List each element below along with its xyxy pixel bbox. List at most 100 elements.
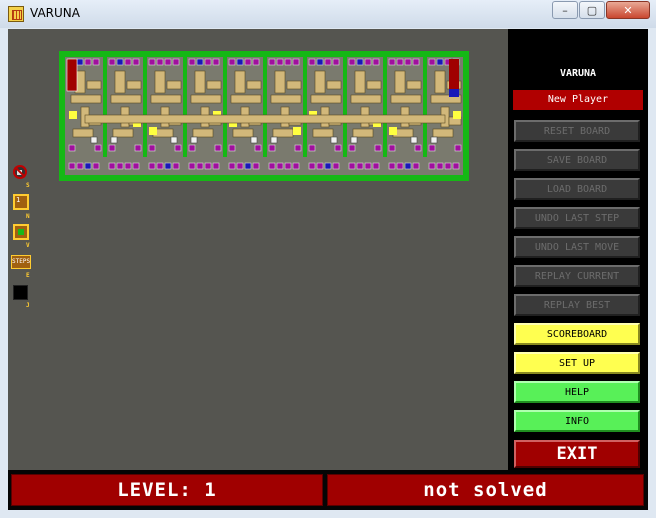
board-tile bbox=[134, 144, 142, 152]
player-name-box[interactable]: New Player bbox=[513, 90, 643, 110]
jump-toggle-icon[interactable] bbox=[13, 285, 28, 300]
board-wall bbox=[270, 94, 302, 104]
exit-button[interactable]: EXIT bbox=[514, 440, 640, 468]
board-tile bbox=[428, 162, 436, 170]
board-tile bbox=[172, 162, 180, 170]
board-tile bbox=[294, 144, 302, 152]
load-board-button[interactable]: LOAD BOARD bbox=[514, 178, 640, 200]
board-tile bbox=[308, 162, 316, 170]
board-tile bbox=[148, 58, 156, 66]
steps-toggle-icon[interactable]: STEPS bbox=[11, 255, 31, 269]
board-tile bbox=[436, 162, 444, 170]
board-tile bbox=[449, 89, 459, 97]
board-wall bbox=[110, 94, 142, 104]
board-wall bbox=[274, 70, 286, 94]
close-button[interactable]: ✕ bbox=[606, 1, 650, 19]
board-tile bbox=[412, 58, 420, 66]
board-tile bbox=[332, 162, 340, 170]
board-wall bbox=[394, 70, 406, 94]
number-toggle-label: 1 bbox=[16, 196, 21, 204]
board-tile bbox=[284, 58, 292, 66]
maximize-button[interactable]: ▢ bbox=[579, 1, 605, 19]
board-tile bbox=[268, 162, 276, 170]
view-toggle-icon[interactable] bbox=[13, 224, 29, 240]
board-tile bbox=[372, 162, 380, 170]
board-wall bbox=[190, 94, 222, 104]
board-tile bbox=[292, 58, 300, 66]
save-board-button[interactable]: SAVE BOARD bbox=[514, 149, 640, 171]
board-wall bbox=[112, 128, 134, 138]
board-tile bbox=[412, 162, 420, 170]
board-tile bbox=[396, 58, 404, 66]
info-button[interactable]: INFO bbox=[514, 410, 640, 432]
board-divider bbox=[303, 57, 307, 157]
board-wall bbox=[314, 70, 326, 94]
jump-key-label: J bbox=[26, 302, 30, 309]
board-wall bbox=[234, 70, 246, 94]
board-tile bbox=[76, 58, 84, 66]
board-wall bbox=[192, 128, 214, 138]
board-tile bbox=[324, 162, 332, 170]
undo-last-step-button[interactable]: UNDO LAST STEP bbox=[514, 207, 640, 229]
board-tile bbox=[348, 144, 356, 152]
help-button[interactable]: HELP bbox=[514, 381, 640, 403]
board-tile bbox=[164, 58, 172, 66]
board-wall bbox=[246, 80, 262, 90]
puzzle-board[interactable] bbox=[59, 51, 469, 181]
board-wall bbox=[432, 128, 454, 138]
board-checker-tile bbox=[110, 136, 118, 144]
replay-current-button[interactable]: REPLAY CURRENT bbox=[514, 265, 640, 287]
board-wall bbox=[230, 94, 262, 104]
board-checker-tile bbox=[410, 136, 418, 144]
board-tile bbox=[228, 162, 236, 170]
board-tile bbox=[292, 162, 300, 170]
board-tile bbox=[84, 162, 92, 170]
board-red-door bbox=[449, 59, 459, 89]
replay-best-button[interactable]: REPLAY BEST bbox=[514, 294, 640, 316]
board-tile bbox=[188, 144, 196, 152]
board-tile bbox=[316, 58, 324, 66]
scoreboard-button[interactable]: SCOREBOARD bbox=[514, 323, 640, 345]
board-wall bbox=[72, 128, 94, 138]
board-tile bbox=[388, 144, 396, 152]
title-bar: VARUNA – ▢ ✕ bbox=[0, 0, 656, 28]
control-panel: VARUNA New Player RESET BOARD SAVE BOARD L… bbox=[508, 29, 648, 470]
board-wall bbox=[272, 128, 294, 138]
board-tile bbox=[374, 144, 382, 152]
number-toggle-icon[interactable]: 1 bbox=[13, 194, 29, 210]
board-wall bbox=[86, 80, 102, 90]
board-wall bbox=[406, 80, 422, 90]
board-tile bbox=[404, 58, 412, 66]
undo-last-move-button[interactable]: UNDO LAST MOVE bbox=[514, 236, 640, 258]
board-tile bbox=[308, 58, 316, 66]
board-tile bbox=[308, 144, 316, 152]
board-tile bbox=[116, 58, 124, 66]
board-tile bbox=[348, 162, 356, 170]
board-divider bbox=[423, 57, 427, 157]
board-tile bbox=[324, 58, 332, 66]
board-tile bbox=[452, 162, 460, 170]
board-tile bbox=[204, 162, 212, 170]
status-bar: LEVEL: 1 not solved bbox=[8, 470, 648, 510]
set-up-button[interactable]: SET UP bbox=[514, 352, 640, 374]
sound-muted-icon[interactable] bbox=[13, 165, 27, 179]
board-tile bbox=[428, 58, 436, 66]
board-corridor bbox=[84, 114, 446, 124]
board-wall bbox=[206, 80, 222, 90]
board-tile bbox=[188, 58, 196, 66]
board-tile bbox=[444, 162, 452, 170]
board-divider bbox=[223, 57, 227, 157]
board-wall bbox=[286, 80, 302, 90]
board-checker-tile bbox=[190, 136, 198, 144]
board-tile bbox=[236, 58, 244, 66]
board-wall bbox=[70, 94, 102, 104]
board-tile bbox=[132, 58, 140, 66]
steps-toggle-label: STEPS bbox=[12, 258, 31, 265]
board-wall bbox=[390, 94, 422, 104]
level-indicator: LEVEL: 1 bbox=[11, 474, 323, 506]
board-divider bbox=[143, 57, 147, 157]
reset-board-button[interactable]: RESET BOARD bbox=[514, 120, 640, 142]
minimize-button[interactable]: – bbox=[552, 1, 578, 19]
board-tile bbox=[148, 144, 156, 152]
board-checker-tile bbox=[250, 136, 258, 144]
